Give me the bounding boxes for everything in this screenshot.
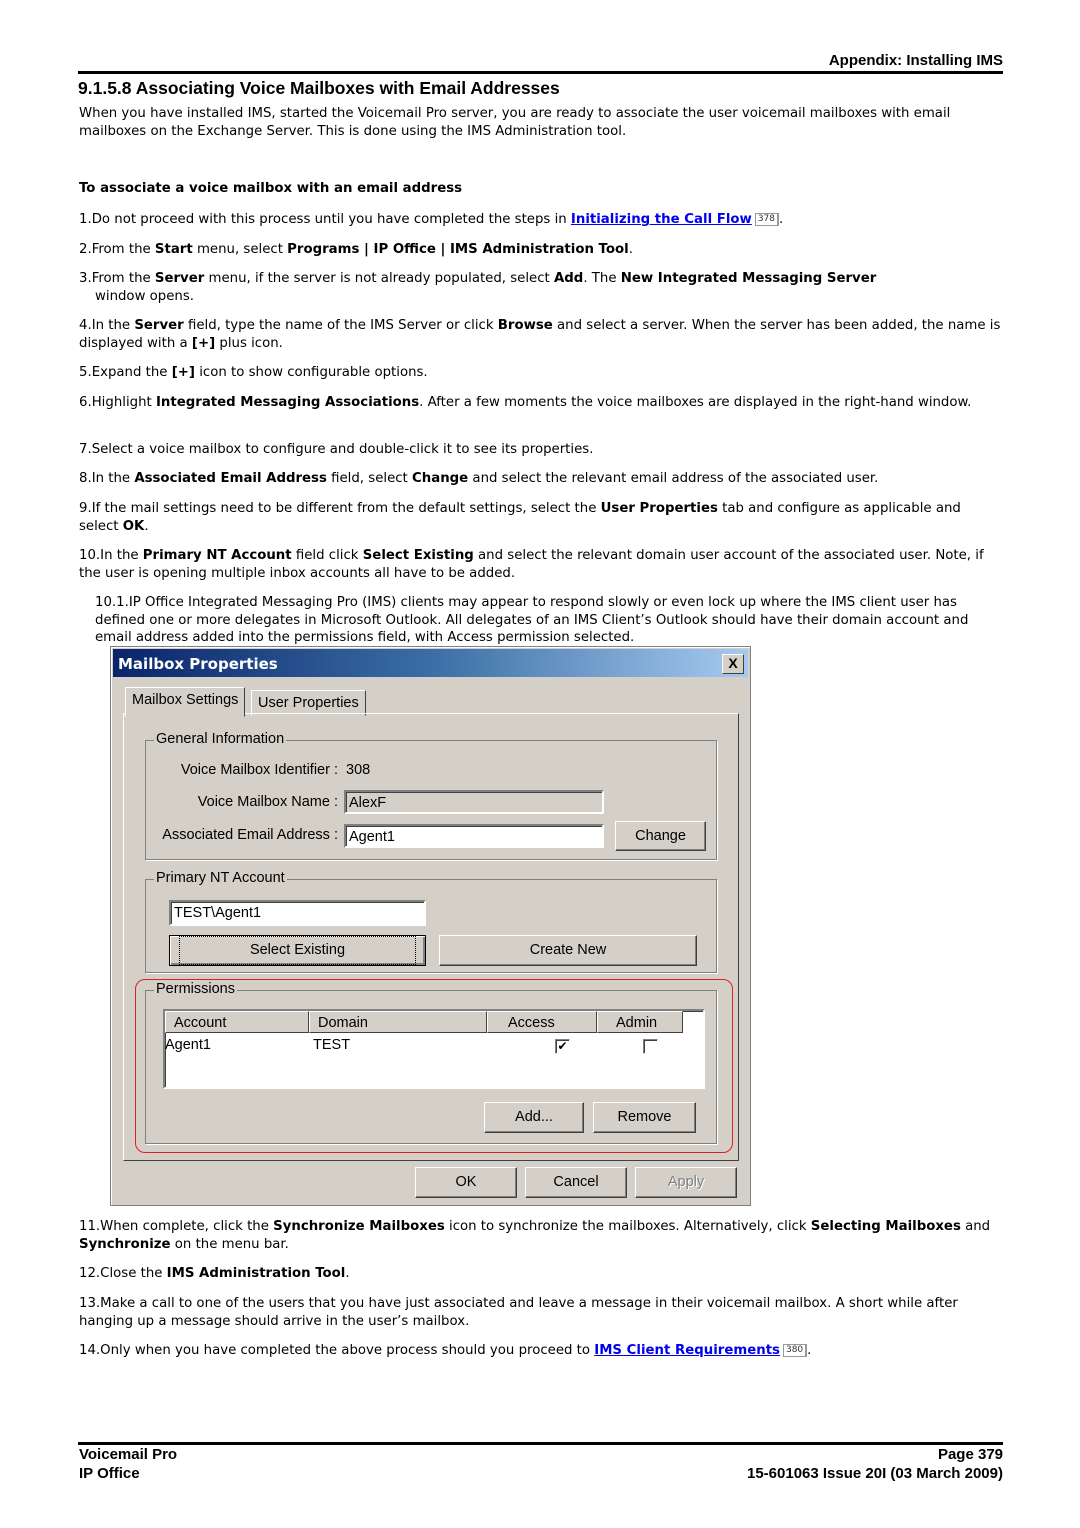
step-2: 2.From the Start menu, select Programs |… <box>79 242 633 257</box>
column-header-access[interactable]: Access <box>487 1011 597 1033</box>
mailbox-name-label: Voice Mailbox Name : <box>197 794 338 810</box>
mailbox-id-value: 308 <box>346 762 371 778</box>
email-address-field[interactable]: Agent1 <box>344 824 604 848</box>
change-button[interactable]: Change <box>615 821 706 851</box>
apply-button[interactable]: Apply <box>635 1167 737 1198</box>
mailbox-properties-dialog: Mailbox Properties X Mailbox Settings Us… <box>110 646 751 1206</box>
footer-platform: IP Office <box>79 1465 140 1482</box>
dialog-title-bar[interactable]: Mailbox Properties X <box>113 649 748 677</box>
dialog-title: Mailbox Properties <box>118 655 278 673</box>
step-10: 10.In the Primary NT Account field click… <box>79 548 984 581</box>
step-12: 12.Close the IMS Administration Tool. <box>79 1266 350 1281</box>
group-label: General Information <box>154 731 287 747</box>
column-header-admin[interactable]: Admin <box>597 1011 683 1033</box>
mailbox-id-label: Voice Mailbox Identifier : <box>180 762 338 778</box>
remove-button[interactable]: Remove <box>593 1102 696 1133</box>
group-label: Permissions <box>154 981 237 997</box>
step-9: 9.If the mail settings need to be differ… <box>79 501 961 534</box>
page-ref-icon[interactable]: 380 <box>782 1344 808 1357</box>
step-4: 4.In the Server field, type the name of … <box>79 318 1001 351</box>
step-7: 7.Select a voice mailbox to configure an… <box>79 442 594 457</box>
procedure-heading: To associate a voice mailbox with an ema… <box>79 181 463 196</box>
permissions-list[interactable]: Account Domain Access Admin Agent1 TEST … <box>163 1009 705 1089</box>
cancel-button[interactable]: Cancel <box>525 1167 627 1198</box>
cell-account: Agent1 <box>165 1037 211 1053</box>
step-14: 14.Only when you have completed the abov… <box>79 1343 812 1358</box>
cell-domain: TEST <box>313 1037 351 1053</box>
step-3: 3.From the Server menu, if the server is… <box>79 271 877 304</box>
page-ref-icon[interactable]: 378 <box>754 213 780 226</box>
section-header: Appendix: Installing IMS <box>828 52 1003 69</box>
page-title: 9.1.5.8 Associating Voice Mailboxes with… <box>78 78 560 98</box>
step-11: 11.When complete, click the Synchronize … <box>79 1219 991 1252</box>
close-icon[interactable]: X <box>722 654 744 674</box>
email-address-label: Associated Email Address : <box>162 827 338 843</box>
ok-button[interactable]: OK <box>415 1167 517 1198</box>
intro-paragraph: When you have installed IMS, started the… <box>79 106 951 139</box>
link-ims-client-requirements[interactable]: IMS Client Requirements <box>594 1343 780 1358</box>
header-rule <box>78 71 1003 74</box>
create-new-button[interactable]: Create New <box>439 935 697 966</box>
select-existing-button[interactable]: Select Existing <box>169 935 426 966</box>
admin-checkbox[interactable] <box>643 1039 658 1054</box>
nt-account-field[interactable]: TEST\Agent1 <box>169 900 426 926</box>
footer-page: Page 379 <box>937 1446 1003 1463</box>
step-8: 8.In the Associated Email Address field,… <box>79 471 879 486</box>
step-6: 6.Highlight Integrated Messaging Associa… <box>79 395 972 410</box>
step-5: 5.Expand the [+] icon to show configurab… <box>79 365 428 380</box>
footer-rule <box>78 1442 1003 1445</box>
mailbox-name-field[interactable]: AlexF <box>344 790 604 814</box>
group-label: Primary NT Account <box>154 870 287 886</box>
tab-mailbox-settings[interactable]: Mailbox Settings <box>125 687 246 717</box>
column-header-account[interactable]: Account <box>165 1011 309 1033</box>
link-initializing-call-flow[interactable]: Initializing the Call Flow <box>571 212 752 227</box>
step-1: 1.Do not proceed with this process until… <box>79 212 784 227</box>
step-13: 13.Make a call to one of the users that … <box>79 1296 958 1329</box>
column-header-domain[interactable]: Domain <box>309 1011 487 1033</box>
access-checkbox[interactable]: ✔ <box>555 1039 570 1054</box>
footer-issue: 15-601063 Issue 20I (03 March 2009) <box>746 1465 1003 1482</box>
add-button[interactable]: Add... <box>484 1102 584 1133</box>
step-10-1: 10.1.IP Office Integrated Messaging Pro … <box>95 595 969 645</box>
footer-product: Voicemail Pro <box>79 1446 178 1463</box>
